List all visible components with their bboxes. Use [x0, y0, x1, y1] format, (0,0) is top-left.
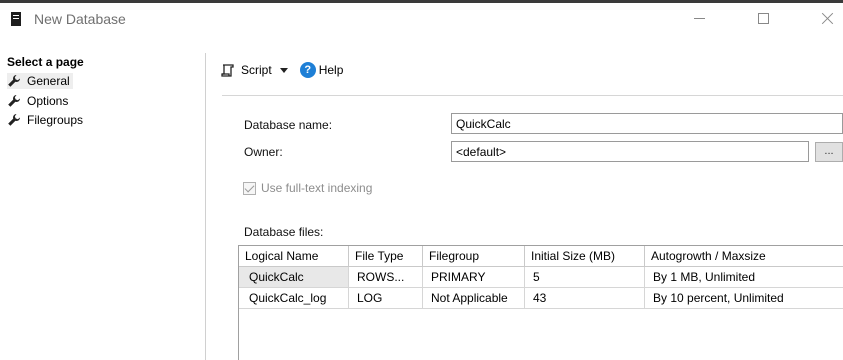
initial-size-cell[interactable]: 5 [525, 267, 645, 288]
sidebar-item-label: Filegroups [27, 113, 84, 127]
filegroup-cell[interactable]: PRIMARY [423, 267, 525, 288]
database-name-label: Database name: [244, 118, 333, 132]
column-header-file-type[interactable]: File Type [349, 246, 423, 267]
file-type-cell[interactable]: LOG [349, 288, 423, 309]
sidebar-header: Select a page [7, 55, 84, 69]
database-app-icon [11, 12, 21, 26]
fulltext-indexing-option: Use full-text indexing [243, 181, 372, 195]
fulltext-label: Use full-text indexing [261, 181, 373, 195]
help-label: Help [318, 63, 344, 77]
sidebar-item-label: General [27, 74, 70, 88]
help-icon: ? [299, 62, 316, 78]
script-icon [221, 63, 234, 77]
browse-owner-button[interactable]: ... [815, 142, 843, 162]
sidebar-item-label: Options [27, 94, 69, 108]
logical-name-cell[interactable]: QuickCalc [239, 267, 349, 288]
sidebar-item-general[interactable]: General [7, 73, 73, 89]
close-icon [820, 12, 834, 26]
sidebar-divider [205, 53, 206, 360]
column-header-filegroup[interactable]: Filegroup [423, 246, 525, 267]
autogrowth-cell[interactable]: By 1 MB, Unlimited [645, 267, 843, 288]
script-label: Script [241, 63, 272, 77]
column-header-logical-name[interactable]: Logical Name [239, 246, 349, 267]
database-files-grid: Logical Name File Type Filegroup Initial… [238, 245, 843, 360]
window-title: New Database [34, 11, 126, 27]
minimize-icon [693, 18, 705, 19]
wrench-icon [7, 113, 21, 127]
minimize-button[interactable] [676, 3, 722, 34]
database-name-input[interactable] [451, 113, 843, 134]
wrench-icon [7, 94, 21, 108]
sidebar-item-options[interactable]: Options [7, 93, 71, 109]
toolbar: Script ? Help [221, 53, 349, 87]
column-header-initial-size[interactable]: Initial Size (MB) [525, 246, 645, 267]
title-bar: New Database [0, 3, 843, 34]
chevron-down-icon[interactable] [279, 67, 288, 73]
owner-label: Owner: [244, 145, 283, 159]
autogrowth-cell[interactable]: By 10 percent, Unlimited [645, 288, 843, 309]
file-type-cell[interactable]: ROWS... [349, 267, 423, 288]
initial-size-cell[interactable]: 43 [525, 288, 645, 309]
column-header-autogrowth[interactable]: Autogrowth / Maxsize [645, 246, 843, 267]
sidebar-item-filegroups[interactable]: Filegroups [7, 112, 86, 128]
maximize-button[interactable] [740, 3, 786, 34]
script-button[interactable]: Script [221, 63, 294, 77]
table-row[interactable]: QuickCalc ROWS... PRIMARY 5 By 1 MB, Unl… [239, 267, 843, 288]
table-row[interactable]: QuickCalc_log LOG Not Applicable 43 By 1… [239, 288, 843, 309]
close-button[interactable] [804, 3, 843, 34]
filegroup-cell[interactable]: Not Applicable [423, 288, 525, 309]
page-selector-sidebar: Select a page General Options Filegroups [0, 53, 205, 360]
owner-input[interactable] [451, 141, 809, 162]
toolbar-divider [222, 95, 843, 96]
wrench-icon [7, 74, 21, 88]
grid-header-row: Logical Name File Type Filegroup Initial… [239, 246, 843, 267]
maximize-icon [757, 13, 769, 24]
fulltext-checkbox[interactable] [243, 181, 256, 195]
logical-name-cell[interactable]: QuickCalc_log [239, 288, 349, 309]
database-files-label: Database files: [244, 225, 324, 239]
help-button[interactable]: ? Help [299, 62, 344, 78]
